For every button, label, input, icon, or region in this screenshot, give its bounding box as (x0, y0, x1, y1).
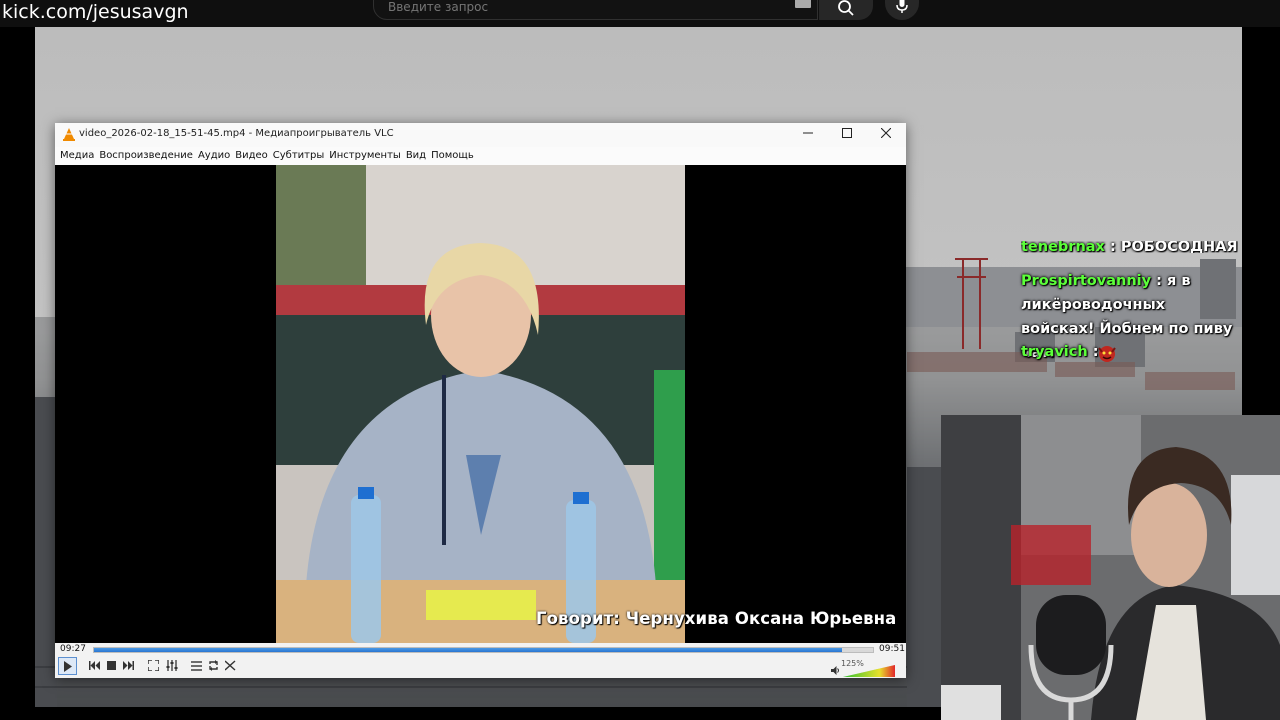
playlist-button[interactable] (188, 657, 205, 674)
subtitle-caption: Говорит: Чернухива Оксана Юрьевна (536, 609, 897, 628)
video-area[interactable]: Говорит: Чернухива Оксана Юрьевна (55, 165, 906, 643)
volume-slider[interactable] (843, 665, 895, 677)
stream-chat: tenebrnax : РОБОСОДНАЯ Prospirtovanniy :… (1016, 241, 1246, 373)
chat-text: РОБОСОДНАЯ (1120, 241, 1238, 253)
menu-help[interactable]: Помощь (431, 147, 479, 165)
vlc-menubar: Медиа Воспроизведение Аудио Видео Субтит… (55, 147, 906, 165)
menu-playback[interactable]: Воспроизведение (99, 147, 198, 165)
time-elapsed: 09:27 (60, 644, 86, 654)
channel-url-overlay: kick.com/jesusavgn (2, 1, 189, 23)
seek-bar[interactable] (93, 647, 874, 653)
chat-message: tryavich : (1021, 344, 1099, 360)
mic-icon (896, 0, 908, 13)
menu-subtitles[interactable]: Субтитры (273, 147, 329, 165)
maximize-icon (841, 128, 852, 138)
menu-tools[interactable]: Инструменты (329, 147, 406, 165)
next-button[interactable] (120, 657, 137, 674)
shuffle-button[interactable] (222, 657, 239, 674)
equalizer-icon (166, 660, 177, 671)
video-frame-image (276, 165, 685, 643)
menu-view[interactable]: Вид (406, 147, 431, 165)
menu-media[interactable]: Медиа (60, 147, 99, 165)
close-button[interactable] (866, 123, 905, 147)
previous-button[interactable] (86, 657, 103, 674)
voice-search-button[interactable] (885, 0, 919, 20)
loop-button[interactable] (205, 657, 222, 674)
menu-audio[interactable]: Аудио (198, 147, 235, 165)
time-total: 09:51 (879, 644, 905, 654)
streamer-webcam (941, 415, 1280, 720)
extended-settings-button[interactable] (163, 657, 180, 674)
next-icon (123, 661, 134, 670)
play-icon (63, 660, 72, 672)
chat-username: tenebrnax (1021, 241, 1105, 253)
vlc-controls: 09:27 09:51 125% (55, 643, 906, 678)
loop-icon (209, 660, 218, 671)
chat-message: tenebrnax : РОБОСОДНАЯ (1021, 241, 1238, 253)
keyboard-icon[interactable] (795, 0, 811, 8)
fullscreen-button[interactable] (145, 657, 162, 674)
volume-icon[interactable] (831, 666, 840, 675)
webcam-feed-image (941, 415, 1280, 720)
prev-icon (89, 661, 100, 670)
stop-icon (107, 661, 116, 670)
playlist-icon (191, 660, 202, 671)
chat-username: tryavich (1021, 344, 1088, 360)
search-input[interactable] (388, 0, 768, 14)
seek-bar-fill (94, 648, 842, 652)
search-box[interactable] (373, 0, 818, 20)
minimize-icon (802, 132, 813, 134)
vlc-titlebar[interactable]: video_2026-02-18_15-51-45.mp4 - Медиапро… (55, 123, 906, 147)
minimize-button[interactable] (788, 123, 827, 147)
shuffle-icon (225, 660, 236, 671)
stop-button[interactable] (103, 657, 120, 674)
menu-video[interactable]: Видео (235, 147, 273, 165)
fullscreen-icon (148, 660, 159, 671)
search-icon (838, 0, 854, 16)
chat-username: Prospirtovanniy (1021, 273, 1152, 289)
maximize-button[interactable] (827, 123, 866, 147)
vlc-cone-icon (63, 128, 75, 141)
screen: kick.com/jesusavgn Введите запрос video_… (0, 0, 1280, 720)
vlc-window[interactable]: video_2026-02-18_15-51-45.mp4 - Медиапро… (55, 123, 906, 678)
close-icon (880, 127, 891, 139)
search-button[interactable] (819, 0, 873, 20)
vlc-window-title: video_2026-02-18_15-51-45.mp4 - Медиапро… (79, 128, 394, 139)
red-demon-emote (1098, 346, 1116, 362)
play-button[interactable] (58, 657, 77, 675)
browser-topbar: kick.com/jesusavgn (0, 0, 1280, 27)
